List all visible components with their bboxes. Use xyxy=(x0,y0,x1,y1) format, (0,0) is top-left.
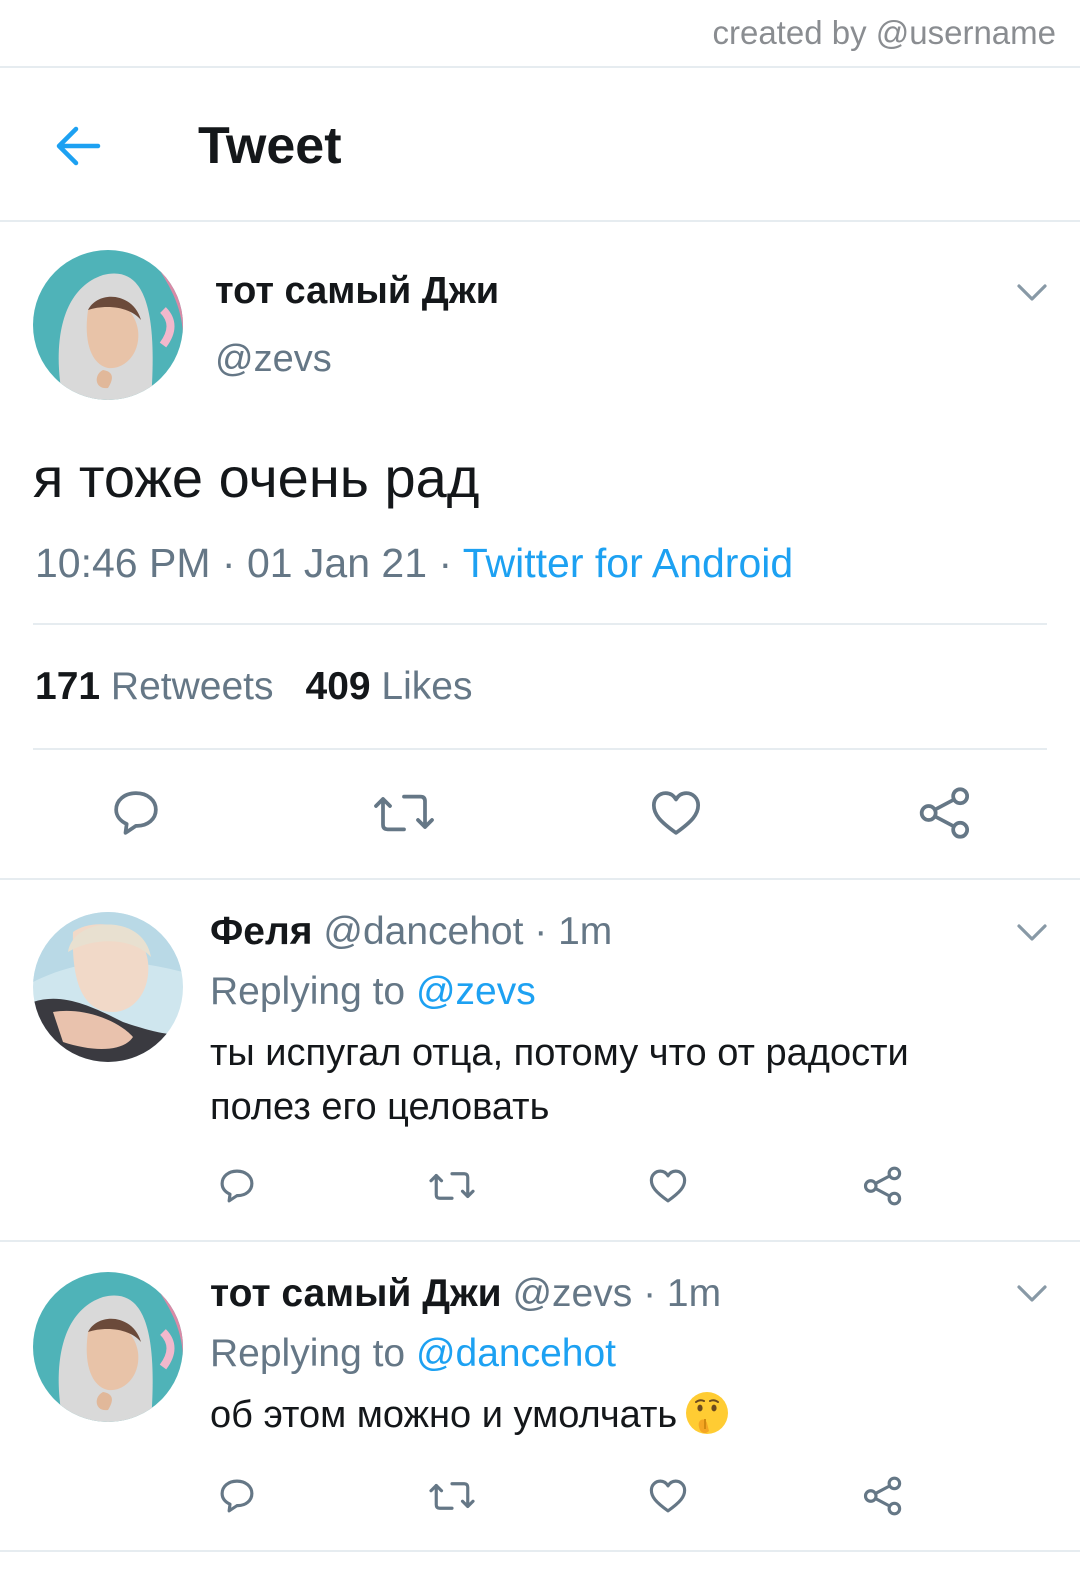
replying-to: Replying to @dancehot xyxy=(210,1332,616,1376)
share-icon[interactable] xyxy=(862,1165,904,1207)
avatar[interactable] xyxy=(33,1272,183,1422)
likes-label[interactable]: Likes xyxy=(381,665,472,708)
bottom-divider xyxy=(0,1550,1080,1552)
likes-count[interactable]: 409 xyxy=(306,665,371,708)
author-name[interactable]: Феля xyxy=(210,910,313,953)
author-name[interactable]: тот самый Джи xyxy=(215,270,499,313)
like-icon[interactable] xyxy=(647,1475,689,1517)
author-handle[interactable]: @zevs xyxy=(512,1272,632,1315)
replying-to-link[interactable]: @zevs xyxy=(416,970,536,1013)
meta-divider xyxy=(33,623,1047,625)
share-icon[interactable] xyxy=(862,1475,904,1517)
tweet-meta: 10:46 PM · 01 Jan 21 · Twitter for Andro… xyxy=(35,540,793,587)
reply-text-container: об этом можно и умолчать xyxy=(210,1388,1010,1442)
arrow-left-icon[interactable] xyxy=(50,118,106,174)
chevron-down-icon[interactable] xyxy=(1015,275,1049,309)
reply-icon[interactable] xyxy=(108,785,164,841)
reply-header: Феля @dancehot · 1m xyxy=(210,910,612,954)
meta-separator: · xyxy=(210,540,247,586)
tweet-time: 10:46 PM xyxy=(35,540,211,586)
retweets-label[interactable]: Retweets xyxy=(111,665,274,708)
tweet-text: я тоже очень рад xyxy=(33,446,480,509)
replying-label: Replying to xyxy=(210,1332,416,1375)
page-title: Tweet xyxy=(198,117,342,175)
reply-time: · 1m xyxy=(632,1272,722,1315)
author-handle[interactable]: @dancehot xyxy=(323,910,523,953)
reply-icon[interactable] xyxy=(216,1165,258,1207)
tweet-stats: 171 Retweets 409 Likes xyxy=(35,665,472,709)
meta-separator: · xyxy=(427,540,463,586)
reply-text: об этом можно и умолчать xyxy=(210,1394,678,1436)
reply-icon[interactable] xyxy=(216,1475,258,1517)
reply-header: тот самый Джи @zevs · 1m xyxy=(210,1272,721,1316)
reply-time: · 1m xyxy=(523,910,613,953)
avatar[interactable] xyxy=(33,912,183,1062)
retweet-icon[interactable] xyxy=(428,1475,476,1517)
retweet-icon[interactable] xyxy=(373,785,435,841)
header-divider xyxy=(0,220,1080,222)
like-icon[interactable] xyxy=(647,1165,689,1207)
retweets-count[interactable]: 171 xyxy=(35,665,100,708)
top-divider xyxy=(0,66,1080,68)
share-icon[interactable] xyxy=(917,785,973,841)
shushing-face-emoji xyxy=(683,1389,731,1437)
replying-label: Replying to xyxy=(210,970,416,1013)
chevron-down-icon[interactable] xyxy=(1015,915,1049,949)
tweet-source-link[interactable]: Twitter for Android xyxy=(463,540,793,586)
reply-text: ты испугал отца, потому что от радости п… xyxy=(210,1032,909,1128)
stats-divider xyxy=(33,748,1047,750)
section-divider xyxy=(0,878,1080,880)
reply-divider xyxy=(0,1240,1080,1242)
author-name[interactable]: тот самый Джи xyxy=(210,1272,502,1315)
like-icon[interactable] xyxy=(648,785,704,841)
chevron-down-icon[interactable] xyxy=(1015,1276,1049,1310)
tweet-date: 01 Jan 21 xyxy=(246,540,428,586)
author-handle[interactable]: @zevs xyxy=(215,338,332,381)
replying-to-link[interactable]: @dancehot xyxy=(416,1332,616,1375)
retweet-icon[interactable] xyxy=(428,1165,476,1207)
watermark-text: created by @username xyxy=(712,14,1056,51)
avatar[interactable] xyxy=(33,250,183,400)
replying-to: Replying to @zevs xyxy=(210,970,536,1014)
